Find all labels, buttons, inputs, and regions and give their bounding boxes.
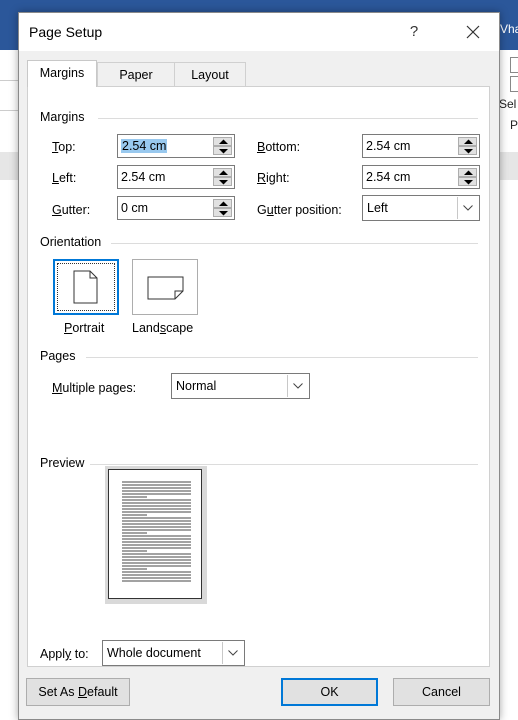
dropdown-arrow[interactable] <box>287 375 308 397</box>
background-checkbox <box>510 76 518 92</box>
tab-margins[interactable]: Margins <box>27 60 97 87</box>
spin-down-button[interactable] <box>213 146 232 155</box>
spin-up-button[interactable] <box>458 168 477 177</box>
right-margin-input[interactable]: 2.54 cm <box>362 165 480 189</box>
cancel-button[interactable]: Cancel <box>393 678 490 706</box>
gutter-label: Gutter: <box>52 203 91 217</box>
background-text-sel: Sel <box>499 97 517 111</box>
tab-paper[interactable]: Paper <box>97 62 175 86</box>
right-grey-strip <box>500 152 518 180</box>
arrow-up-icon <box>219 139 228 144</box>
portrait-page-icon <box>73 270 98 304</box>
orientation-group-line <box>111 243 478 244</box>
left-label: Left: <box>52 171 77 185</box>
right-margin-spinner[interactable] <box>458 168 477 186</box>
gutter-position-select[interactable]: Left <box>362 195 480 221</box>
spin-up-button[interactable] <box>458 137 477 146</box>
left-grey-strip <box>0 152 18 180</box>
preview-group-label: Preview <box>40 456 89 470</box>
arrow-up-icon <box>464 139 473 144</box>
apply-to-select[interactable]: Whole document <box>102 640 245 666</box>
margins-tab-panel: Margins Top: 2.54 cm Bottom: 2.54 cm Lef… <box>27 86 490 667</box>
spin-up-button[interactable] <box>213 137 232 146</box>
gutter-position-value: Left <box>367 201 388 215</box>
pages-group-label: Pages <box>40 349 80 363</box>
landscape-label: Landscape <box>132 321 194 335</box>
bottom-margin-spinner[interactable] <box>458 137 477 155</box>
margins-group-label: Margins <box>40 110 89 124</box>
left-margin-value: 2.54 cm <box>121 170 166 184</box>
bottom-margin-value: 2.54 cm <box>366 139 411 153</box>
arrow-down-icon <box>464 180 473 185</box>
chevron-down-icon <box>463 205 473 211</box>
left-margin-input[interactable]: 2.54 cm <box>117 165 235 189</box>
background-checkbox <box>510 57 518 73</box>
landscape-page-icon <box>147 276 184 300</box>
apply-to-value: Whole document <box>107 646 201 660</box>
top-label: Top: <box>52 140 76 154</box>
spin-down-button[interactable] <box>213 208 232 217</box>
gutter-value: 0 cm <box>121 201 149 215</box>
arrow-up-icon <box>219 201 228 206</box>
gutter-spinner[interactable] <box>213 199 232 217</box>
orientation-group-label: Orientation <box>40 235 106 249</box>
right-margin-value: 2.54 cm <box>366 170 411 184</box>
dialog-title: Page Setup <box>29 24 103 40</box>
help-button[interactable]: ? <box>399 19 429 45</box>
margins-group-line <box>98 118 478 119</box>
chevron-down-icon <box>228 650 238 656</box>
landscape-button[interactable] <box>132 259 198 315</box>
close-icon <box>466 25 480 39</box>
spin-down-button[interactable] <box>458 146 477 155</box>
arrow-up-icon <box>464 170 473 175</box>
multiple-pages-label: Multiple pages: <box>52 381 137 395</box>
pages-group-line <box>86 357 478 358</box>
preview-page <box>105 466 207 604</box>
preview-text-lines <box>122 481 191 582</box>
multiple-pages-value: Normal <box>176 379 217 393</box>
arrow-down-icon <box>219 180 228 185</box>
arrow-down-icon <box>464 149 473 154</box>
title-bar: Page Setup ? <box>19 13 499 51</box>
spin-down-button[interactable] <box>213 177 232 186</box>
top-margin-spinner[interactable] <box>213 137 232 155</box>
dropdown-arrow[interactable] <box>457 197 478 219</box>
ok-button[interactable]: OK <box>281 678 378 706</box>
bottom-label: Bottom: <box>257 140 301 154</box>
close-button[interactable] <box>455 17 491 47</box>
chevron-down-icon <box>293 383 303 389</box>
right-label: Right: <box>257 171 290 185</box>
left-margin-spinner[interactable] <box>213 168 232 186</box>
spin-up-button[interactable] <box>213 199 232 208</box>
set-as-default-button[interactable]: Set As Default <box>26 678 130 706</box>
dropdown-arrow[interactable] <box>222 642 243 664</box>
multiple-pages-select[interactable]: Normal <box>171 373 310 399</box>
top-margin-input[interactable]: 2.54 cm <box>117 134 235 158</box>
arrow-down-icon <box>219 211 228 216</box>
preview-group-line <box>90 464 478 465</box>
portrait-label: Portrait <box>64 321 105 335</box>
portrait-button[interactable] <box>53 259 119 315</box>
apply-to-label: Apply to: <box>40 647 89 661</box>
ribbon-partial-text: Vha <box>500 22 518 36</box>
gutter-position-label: Gutter position: <box>257 203 342 217</box>
gutter-input[interactable]: 0 cm <box>117 196 235 220</box>
bottom-margin-input[interactable]: 2.54 cm <box>362 134 480 158</box>
background-text-p: P <box>510 118 518 132</box>
spin-down-button[interactable] <box>458 177 477 186</box>
arrow-down-icon <box>219 149 228 154</box>
top-margin-value: 2.54 cm <box>121 139 168 153</box>
page-setup-dialog: Page Setup ? Margins Top: 2.54 cm Bottom… <box>18 12 500 720</box>
arrow-up-icon <box>219 170 228 175</box>
spin-up-button[interactable] <box>213 168 232 177</box>
tab-layout[interactable]: Layout <box>174 62 246 86</box>
